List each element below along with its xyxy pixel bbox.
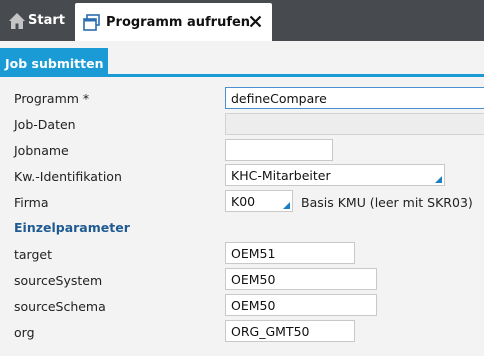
tab-programm-aufrufen[interactable]: Programm aufrufen (75, 3, 272, 41)
dropdown-corner-icon (435, 176, 442, 183)
section-tab-bar: Job submitten (0, 41, 484, 77)
firma-label: Firma (14, 195, 49, 210)
tab-start[interactable]: Start (0, 0, 72, 41)
home-icon (9, 13, 25, 29)
param-input-sourcesystem[interactable]: OEM50 (225, 268, 377, 290)
param-value-target: OEM51 (231, 246, 276, 261)
param-input-sourceschema[interactable]: OEM50 (225, 294, 377, 316)
param-value-sourceschema: OEM50 (231, 298, 276, 313)
window-icon (83, 14, 100, 31)
tab-job-submitten[interactable]: Job submitten (0, 48, 108, 77)
einzelparameter-heading: Einzelparameter (14, 220, 130, 235)
firma-hint: Basis KMU (leer mit SKR03) (301, 195, 473, 210)
firma-value: K00 (231, 194, 256, 209)
param-label-sourceschema: sourceSchema (14, 299, 106, 314)
programm-value: defineCompare (231, 91, 327, 106)
param-input-target[interactable]: OEM51 (225, 242, 355, 264)
jobname-label: Jobname (14, 143, 69, 158)
dropdown-corner-icon (283, 202, 290, 209)
tab-bar: Start Programm aufrufen (0, 0, 484, 41)
kw-select[interactable]: KHC-Mitarbeiter (225, 164, 445, 186)
param-label-target: target (14, 247, 53, 262)
kw-label: Kw.-Identifikation (14, 169, 122, 184)
programm-label: Programm * (14, 91, 90, 106)
param-value-sourcesystem: OEM50 (231, 272, 276, 287)
programm-input[interactable]: defineCompare (225, 87, 484, 109)
tab-start-label: Start (28, 13, 65, 28)
tab-active-label: Programm aufrufen (106, 15, 251, 30)
kw-value: KHC-Mitarbeiter (231, 168, 331, 183)
jobdaten-label: Job-Daten (14, 117, 76, 132)
jobname-input[interactable] (225, 139, 333, 161)
close-icon[interactable] (249, 15, 262, 28)
param-label-org: org (14, 325, 35, 340)
jobdaten-input (225, 113, 484, 135)
param-value-org: ORG_GMT50 (231, 324, 310, 339)
param-input-org[interactable]: ORG_GMT50 (225, 320, 355, 342)
firma-select[interactable]: K00 (225, 190, 293, 212)
param-label-sourcesystem: sourceSystem (14, 273, 103, 288)
